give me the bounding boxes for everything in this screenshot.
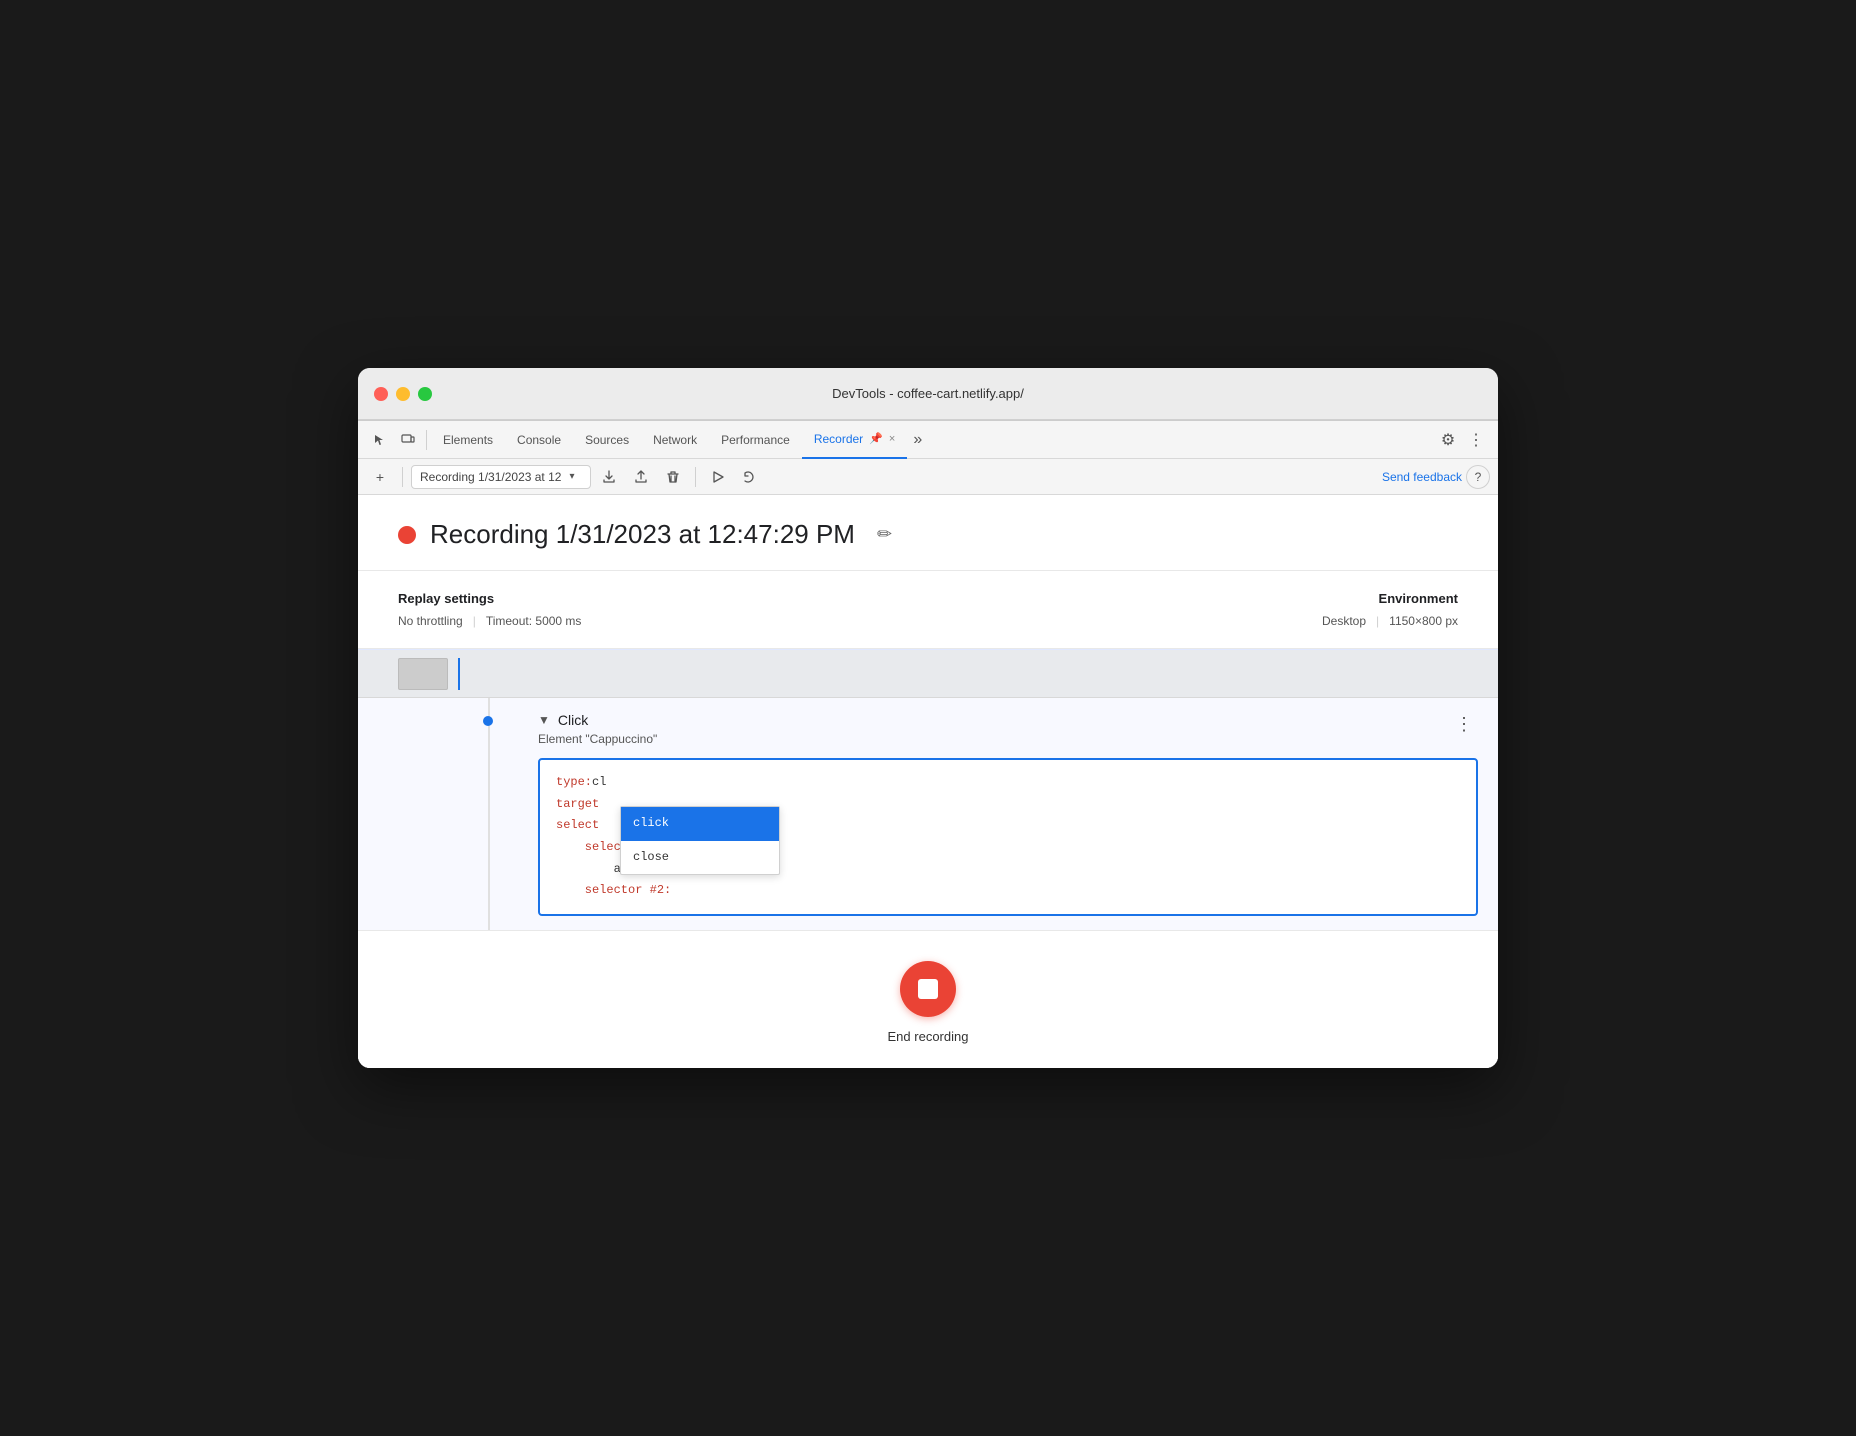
step-dot bbox=[483, 716, 493, 726]
desktop-value: Desktop bbox=[1322, 614, 1366, 628]
recording-indicator bbox=[398, 526, 416, 544]
devtools-body: Elements Console Sources Network Perform… bbox=[358, 420, 1498, 1068]
recording-header: Recording 1/31/2023 at 12:47:29 PM ✏ bbox=[358, 495, 1498, 571]
step-collapse-icon[interactable]: ▼ bbox=[538, 713, 550, 727]
settings-row: Replay settings No throttling | Timeout:… bbox=[358, 571, 1498, 649]
selectors-key: select bbox=[556, 815, 599, 837]
tab-performance[interactable]: Performance bbox=[709, 421, 802, 459]
close-window-button[interactable] bbox=[374, 387, 388, 401]
autocomplete-item-close[interactable]: close bbox=[621, 841, 779, 875]
target-key: target bbox=[556, 794, 599, 816]
replay-recording-button[interactable] bbox=[704, 463, 732, 491]
edit-title-icon[interactable]: ✏ bbox=[877, 524, 892, 545]
replay-settings-label: Replay settings bbox=[398, 591, 581, 606]
viewport-value: 1150×800 px bbox=[1389, 614, 1458, 628]
settings-separator-2: | bbox=[1376, 614, 1379, 628]
type-value: cl bbox=[592, 772, 606, 794]
help-button[interactable]: ? bbox=[1466, 465, 1490, 489]
step-more-options-button[interactable]: ⋮ bbox=[1450, 710, 1478, 738]
replay-settings-values: No throttling | Timeout: 5000 ms bbox=[398, 614, 581, 628]
timeline-indicator bbox=[458, 658, 460, 690]
title-bar: DevTools - coffee-cart.netlify.app/ bbox=[358, 368, 1498, 420]
step-header-row: ▼ Click bbox=[538, 712, 1478, 728]
dropdown-chevron-icon: ▾ bbox=[569, 471, 574, 482]
code-line-type: type: cl bbox=[556, 772, 1460, 794]
recording-title: Recording 1/31/2023 at 12:47:29 PM bbox=[430, 519, 855, 550]
type-key: type: bbox=[556, 772, 592, 794]
devtools-window: DevTools - coffee-cart.netlify.app/ Elem… bbox=[358, 368, 1498, 1068]
environment-values: Desktop | 1150×800 px bbox=[1322, 614, 1458, 628]
end-recording-label: End recording bbox=[888, 1029, 969, 1044]
code-line-selector2-header: selector #2: bbox=[556, 880, 1460, 902]
more-tabs-button[interactable]: » bbox=[907, 431, 928, 449]
stop-recording-button[interactable] bbox=[900, 961, 956, 1017]
toolbar: + Recording 1/31/2023 at 12 ▾ bbox=[358, 459, 1498, 495]
autocomplete-item-click[interactable]: click bbox=[621, 807, 779, 841]
main-content: Recording 1/31/2023 at 12:47:29 PM ✏ Rep… bbox=[358, 495, 1498, 1068]
export-recording-button[interactable] bbox=[595, 463, 623, 491]
settings-separator-1: | bbox=[473, 614, 476, 628]
replay-settings-group: Replay settings No throttling | Timeout:… bbox=[398, 591, 581, 628]
tab-sources[interactable]: Sources bbox=[573, 421, 641, 459]
environment-group: Environment Desktop | 1150×800 px bbox=[1322, 591, 1458, 628]
code-editor[interactable]: type: cl target select selector #1: bbox=[538, 758, 1478, 916]
close-recorder-tab[interactable]: × bbox=[889, 433, 895, 445]
step-name: Click bbox=[558, 712, 588, 728]
device-toggle-icon[interactable] bbox=[394, 426, 422, 454]
import-recording-button[interactable] bbox=[627, 463, 655, 491]
window-title: DevTools - coffee-cart.netlify.app/ bbox=[832, 386, 1024, 401]
step-element-detail: Element "Cappuccino" bbox=[538, 732, 1478, 746]
cursor-icon[interactable] bbox=[366, 426, 394, 454]
screenshot-bar bbox=[358, 650, 1498, 698]
screenshot-thumbnail bbox=[398, 658, 448, 690]
environment-label: Environment bbox=[1322, 591, 1458, 606]
tab-network[interactable]: Network bbox=[641, 421, 709, 459]
autocomplete-dropdown: click close bbox=[620, 806, 780, 875]
tab-elements[interactable]: Elements bbox=[431, 421, 505, 459]
timeline-line bbox=[488, 698, 490, 930]
delete-recording-button[interactable] bbox=[659, 463, 687, 491]
add-recording-button[interactable]: + bbox=[366, 463, 394, 491]
send-feedback-link[interactable]: Send feedback bbox=[1382, 470, 1462, 484]
step-recording-button[interactable] bbox=[736, 463, 764, 491]
recording-selector[interactable]: Recording 1/31/2023 at 12 ▾ bbox=[411, 465, 591, 489]
tab-recorder[interactable]: Recorder 📌 × bbox=[802, 421, 908, 459]
throttling-value: No throttling bbox=[398, 614, 463, 628]
settings-icon[interactable]: ⚙ bbox=[1434, 426, 1462, 454]
tab-divider-1 bbox=[426, 430, 427, 450]
step-row: ▼ Click Element "Cappuccino" type: cl ta bbox=[358, 698, 1498, 930]
tab-bar: Elements Console Sources Network Perform… bbox=[358, 421, 1498, 459]
traffic-lights bbox=[374, 387, 432, 401]
tab-console[interactable]: Console bbox=[505, 421, 573, 459]
step-area: ▼ Click Element "Cappuccino" type: cl ta bbox=[358, 649, 1498, 930]
selector2-label: selector #2: bbox=[556, 880, 671, 902]
end-recording-area: End recording bbox=[358, 930, 1498, 1068]
toolbar-divider-2 bbox=[695, 467, 696, 487]
toolbar-divider-1 bbox=[402, 467, 403, 487]
timeout-value: Timeout: 5000 ms bbox=[486, 614, 582, 628]
step-content: ▼ Click Element "Cappuccino" type: cl ta bbox=[538, 712, 1478, 916]
maximize-window-button[interactable] bbox=[418, 387, 432, 401]
stop-icon bbox=[918, 979, 938, 999]
minimize-window-button[interactable] bbox=[396, 387, 410, 401]
more-options-icon[interactable]: ⋮ bbox=[1462, 426, 1490, 454]
